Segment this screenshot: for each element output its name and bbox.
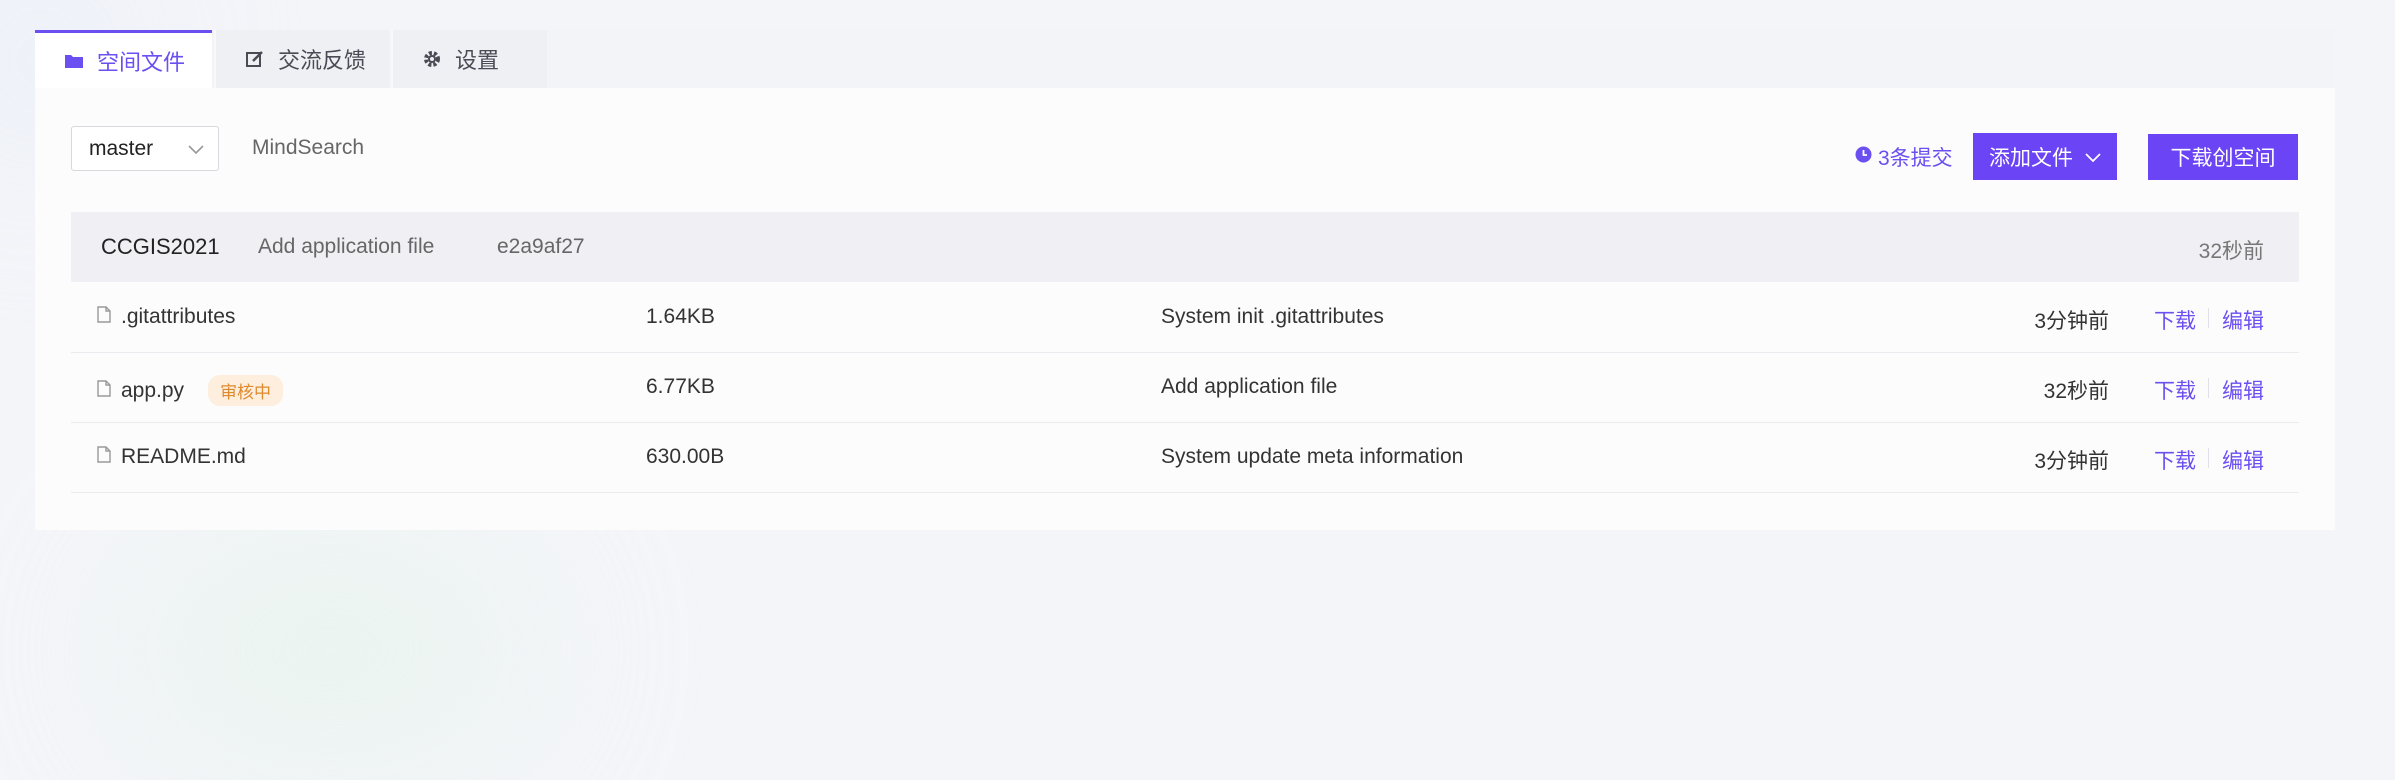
folder-icon <box>63 50 85 72</box>
commits-label: 3条提交 <box>1878 147 1953 170</box>
commit-message[interactable]: Add application file <box>258 235 434 259</box>
file-name: app.py <box>121 378 185 402</box>
clock-icon <box>1855 145 1872 169</box>
download-link[interactable]: 下载 <box>2154 375 2196 405</box>
tab-space-files[interactable]: 空间文件 <box>35 30 212 88</box>
tab-label: 交流反馈 <box>278 48 367 73</box>
file-icon <box>97 445 111 469</box>
file-commit-message[interactable]: System update meta information <box>1161 445 1463 469</box>
file-size: 6.77KB <box>646 375 715 398</box>
edit-icon <box>244 48 266 70</box>
branch-select[interactable]: master <box>71 126 219 171</box>
file-name-link[interactable]: README.md <box>97 445 246 469</box>
file-list-content: master MindSearch 3条提交 添加文件 下载创空间 CCGIS2… <box>35 88 2335 530</box>
background-glow <box>120 520 540 780</box>
file-size: 1.64KB <box>646 305 715 328</box>
file-time: 32秒前 <box>2043 380 2109 403</box>
divider <box>2208 448 2209 468</box>
tab-settings[interactable]: 设置 <box>391 30 547 88</box>
download-link[interactable]: 下载 <box>2154 445 2196 475</box>
file-time: 3分钟前 <box>2034 310 2109 333</box>
commit-time: 32秒前 <box>2198 240 2264 263</box>
file-icon <box>97 379 111 403</box>
file-icon <box>97 305 111 329</box>
file-name: README.md <box>121 445 246 468</box>
branch-value: master <box>89 136 154 160</box>
repo-name: MindSearch <box>252 136 365 159</box>
gear-icon <box>421 48 443 70</box>
divider <box>2208 308 2209 328</box>
space-panel: 空间文件 交流反馈 设置 master MindSearch 3条提交 添加文件… <box>35 30 2335 530</box>
review-status-badge: 审核中 <box>208 375 284 406</box>
chevron-down-icon <box>2085 145 2101 169</box>
file-size: 630.00B <box>646 445 725 468</box>
download-space-button[interactable]: 下载创空间 <box>2148 134 2298 180</box>
commit-hash[interactable]: e2a9af27 <box>497 235 585 259</box>
download-space-label: 下载创空间 <box>2170 147 2276 170</box>
chevron-down-icon <box>188 137 204 161</box>
file-name-link[interactable]: .gitattributes <box>97 305 235 329</box>
download-link[interactable]: 下载 <box>2154 305 2196 335</box>
edit-link[interactable]: 编辑 <box>2222 375 2264 405</box>
file-name-link[interactable]: app.py 审核中 <box>97 375 284 406</box>
table-row: README.md 630.00B System update meta inf… <box>71 422 2299 493</box>
file-commit-message[interactable]: System init .gitattributes <box>1161 305 1384 329</box>
tab-label: 设置 <box>455 48 500 73</box>
add-file-label: 添加文件 <box>1989 146 2073 170</box>
table-row: .gitattributes 1.64KB System init .gitat… <box>71 282 2299 353</box>
commits-link[interactable]: 3条提交 <box>1855 142 1953 172</box>
commit-author: CCGIS2021 <box>101 234 220 259</box>
tab-feedback[interactable]: 交流反馈 <box>214 30 389 88</box>
table-row: app.py 审核中 6.77KB Add application file 3… <box>71 352 2299 423</box>
tab-bar: 空间文件 交流反馈 设置 <box>35 30 2335 88</box>
file-time: 3分钟前 <box>2034 450 2109 473</box>
file-name: .gitattributes <box>121 305 236 328</box>
edit-link[interactable]: 编辑 <box>2222 445 2264 475</box>
edit-link[interactable]: 编辑 <box>2222 305 2264 335</box>
tab-label: 空间文件 <box>97 49 186 75</box>
file-commit-message[interactable]: Add application file <box>1161 375 1337 399</box>
divider <box>2208 378 2209 398</box>
add-file-button[interactable]: 添加文件 <box>1973 133 2117 180</box>
latest-commit-bar: CCGIS2021 Add application file e2a9af27 … <box>71 212 2299 282</box>
